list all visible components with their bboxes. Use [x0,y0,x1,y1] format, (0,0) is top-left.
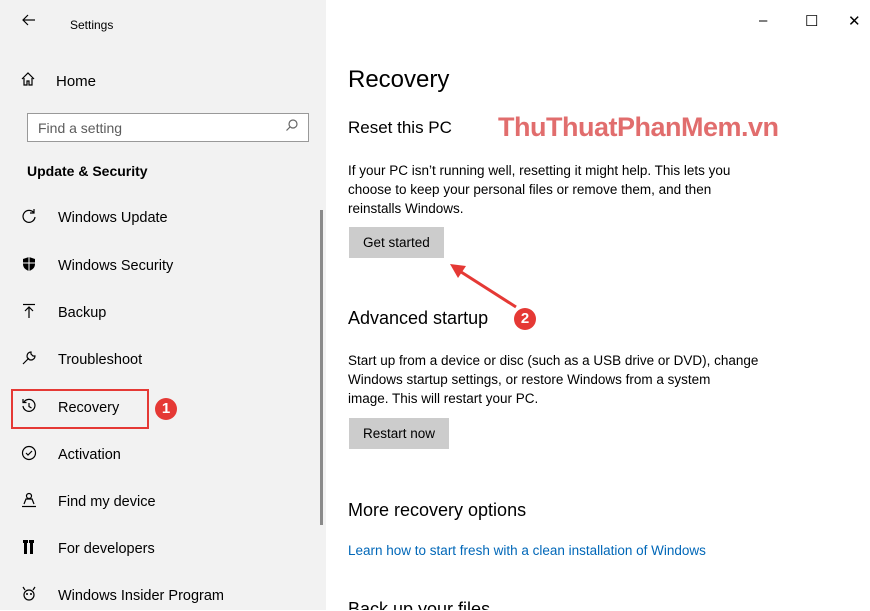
sidebar-item-for-developers[interactable]: For developers [20,534,155,564]
check-circle-icon [20,445,38,465]
search-box[interactable] [27,113,309,142]
sidebar-item-label: Activation [58,447,121,463]
sidebar-item-windows-insider[interactable]: Windows Insider Program [20,581,224,611]
reset-text-line: choose to keep your personal files or re… [348,182,712,197]
page-title: Recovery [348,66,450,93]
advanced-description: Start up from a device or disc (such as … [348,351,798,408]
recovery-page: Recovery Reset this PC ThuThuatPhanMem.v… [326,0,870,610]
annotation-badge-1: 1 [155,398,177,420]
sidebar-item-troubleshoot[interactable]: Troubleshoot [20,345,142,375]
backup-files-heading: Back up your files [348,599,491,610]
watermark-logo: ThuThuatPhanMem.vn [498,112,779,142]
sidebar-item-find-my-device[interactable]: Find my device [20,487,156,517]
search-icon[interactable] [285,118,299,135]
wrench-icon [20,350,38,370]
sidebar-home-label: Home [56,72,97,90]
settings-sidebar: Home Update & Security Windows Update Wi… [0,0,326,610]
person-location-icon [20,492,38,512]
back-arrow-icon[interactable] [22,13,36,31]
window-title: Settings [70,18,114,32]
sidebar-item-windows-update[interactable]: Windows Update [20,203,168,233]
sidebar-item-backup[interactable]: Backup [20,298,106,328]
reset-heading: Reset this PC [348,118,452,137]
insider-icon [20,586,38,606]
advanced-text-line: Start up from a device or disc (such as … [348,353,759,368]
reset-text-line: reinstalls Windows. [348,201,464,216]
sidebar-item-windows-security[interactable]: Windows Security [20,251,173,281]
advanced-startup-heading: Advanced startup [348,308,489,328]
reset-description: If your PC isn’t running well, resetting… [348,161,798,218]
home-icon [20,71,38,91]
refresh-icon [20,208,38,228]
title-bar: Settings – ☐ ✕ [0,0,870,48]
restart-now-button[interactable]: Restart now [349,418,450,449]
minimize-button[interactable]: – [759,12,767,29]
advanced-text-line: Windows startup settings, or restore Win… [348,372,711,387]
get-started-button[interactable]: Get started [349,227,444,258]
sidebar-item-label: Find my device [58,494,156,510]
annotation-badge-2: 2 [514,308,536,330]
maximize-button[interactable]: ☐ [805,12,818,30]
close-button[interactable]: ✕ [848,12,861,30]
sidebar-item-label: Windows Insider Program [58,588,224,604]
section-label: Update & Security [27,163,148,179]
developer-icon [20,539,38,559]
more-recovery-heading: More recovery options [348,500,527,520]
reset-text-line: If your PC isn’t running well, resetting… [348,163,731,178]
sidebar-scrollbar[interactable] [320,210,323,525]
recovery-highlight-box [11,389,149,429]
sidebar-home[interactable]: Home [20,71,96,91]
search-input[interactable] [28,114,278,141]
sidebar-item-label: Backup [58,305,107,321]
sidebar-item-label: Troubleshoot [58,352,143,368]
advanced-text-line: image. This will restart your PC. [348,391,539,406]
upload-icon [20,303,38,323]
shield-icon [20,256,38,276]
sidebar-item-activation[interactable]: Activation [20,440,121,470]
sidebar-item-label: Windows Security [58,258,174,274]
sidebar-item-label: Windows Update [58,210,168,226]
sidebar-item-label: For developers [58,541,155,557]
fresh-start-link[interactable]: Learn how to start fresh with a clean in… [348,543,706,558]
